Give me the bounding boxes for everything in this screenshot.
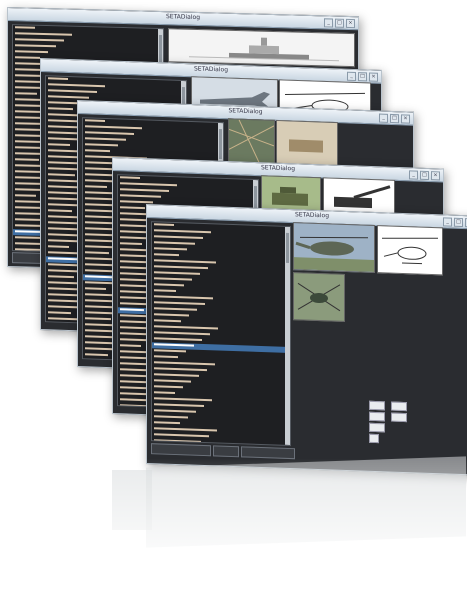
helicopter-photo-icon <box>294 273 344 321</box>
numeric-field[interactable] <box>391 412 407 423</box>
preview-image[interactable] <box>293 222 375 273</box>
window-title: SETADialog <box>165 13 200 22</box>
stacked-windows-stage: SETADialog _ □ × SETADialog _ □ × SETADi… <box>0 0 467 596</box>
tank-sketch-icon <box>277 120 337 166</box>
attack-helicopter-icon <box>294 223 374 272</box>
reflection-fade <box>0 458 467 596</box>
minimize-icon[interactable]: _ <box>379 113 388 123</box>
preview-image[interactable] <box>228 118 275 164</box>
window-5: SETADialog _ □ × <box>146 204 467 476</box>
close-icon[interactable]: × <box>369 72 378 82</box>
map-icon <box>228 119 275 163</box>
window-controls: _ □ × <box>379 113 410 124</box>
close-icon[interactable]: × <box>346 18 355 29</box>
numeric-field[interactable] <box>369 400 385 411</box>
footer-button-1[interactable] <box>151 443 211 457</box>
maximize-icon[interactable]: □ <box>420 170 429 181</box>
window-controls: _ □ × <box>443 217 467 228</box>
numeric-field[interactable] <box>369 422 385 433</box>
maximize-icon[interactable]: □ <box>335 18 344 28</box>
helicopter-sketch-icon <box>381 237 439 265</box>
minimize-icon[interactable]: _ <box>324 18 333 28</box>
minimize-icon[interactable]: _ <box>443 217 452 227</box>
preview-image[interactable] <box>168 28 355 68</box>
ship-icon <box>189 37 339 62</box>
minimize-icon[interactable]: _ <box>409 170 418 180</box>
maximize-icon[interactable]: □ <box>390 113 399 124</box>
minimize-icon[interactable]: _ <box>347 71 356 82</box>
checkbox-field[interactable] <box>369 433 379 444</box>
window-controls: _ □ × <box>347 71 378 82</box>
maximize-icon[interactable]: □ <box>454 217 463 228</box>
window-controls: _ □ × <box>409 170 440 181</box>
close-icon[interactable]: × <box>431 171 440 181</box>
footer-button-2[interactable] <box>213 445 239 458</box>
unit-list[interactable] <box>151 221 291 447</box>
preview-image[interactable] <box>377 225 443 276</box>
maximize-icon[interactable]: □ <box>358 72 367 82</box>
scrollbar[interactable] <box>285 226 290 446</box>
numeric-field[interactable] <box>391 401 407 412</box>
numeric-field[interactable] <box>369 411 385 422</box>
preview-image[interactable] <box>293 272 345 322</box>
close-icon[interactable]: × <box>401 114 410 124</box>
unit-list-rows <box>152 222 290 447</box>
preview-image[interactable] <box>276 119 338 167</box>
window-controls: _ □ × <box>324 18 355 29</box>
